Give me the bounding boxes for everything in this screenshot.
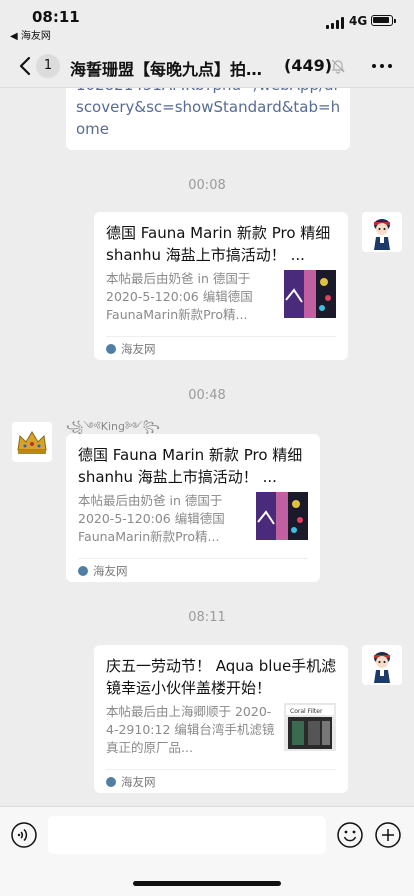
avatar[interactable] [362, 212, 402, 252]
card-divider [78, 558, 308, 559]
signal-icon [326, 17, 346, 29]
article-source: 海友网 [106, 341, 156, 357]
article-description: 本帖最后由奶爸 in 德国于 2020-5-120:06 编辑德国 FaunaM… [78, 493, 225, 544]
article-description: 本帖最后由上海卿顺于 2020-4-2910:12 编辑台湾手机滤镜真正的原厂品… [106, 704, 275, 755]
home-indicator [133, 881, 281, 886]
mute-bell-icon [330, 58, 346, 74]
battery-icon [371, 15, 396, 26]
input-bar [0, 806, 414, 896]
source-logo-icon [106, 344, 116, 354]
chat-header: 1 海誓珊盟【每晚九点】拍… (449) [0, 44, 414, 88]
avatar[interactable] [12, 422, 52, 462]
card-divider [106, 769, 336, 770]
source-logo-icon [78, 566, 88, 576]
article-card[interactable]: 庆五一劳动节！ Aqua blue手机滤镜幸运小伙伴盖楼开始！ 本帖最后由上海卿… [94, 645, 348, 793]
emoji-icon[interactable] [336, 821, 364, 849]
message-list[interactable]: 102821451AFIKb?pnu=/webApp/discovery&sc=… [0, 88, 414, 806]
article-title: 德国 Fauna Marin 新款 Pro 精细 shanhu 海盐上市搞活动！… [78, 446, 303, 486]
message-link[interactable]: 102821451AFIKb?pnu=/webApp/discovery&sc=… [76, 88, 344, 140]
back-chevron-icon[interactable] [16, 56, 36, 76]
timestamp: 00:08 [188, 178, 226, 193]
article-source: 海友网 [106, 774, 156, 790]
timestamp: 08:11 [188, 610, 226, 625]
card-divider [106, 336, 336, 337]
status-bar: 08:11 ◀ 海友网 4G [0, 0, 414, 44]
avatar[interactable] [362, 645, 402, 685]
article-title: 德国 Fauna Marin 新款 Pro 精细 shanhu 海盐上市搞活动！… [106, 224, 331, 264]
link-message-bubble[interactable]: 102821451AFIKb?pnu=/webApp/discovery&sc=… [66, 88, 350, 150]
chat-title[interactable]: 海誓珊盟【每晚九点】拍… [70, 56, 280, 80]
member-count: (449) [284, 56, 333, 75]
back-to-app-link[interactable]: ◀ 海友网 [10, 27, 51, 42]
article-title: 庆五一劳动节！ Aqua blue手机滤镜幸运小伙伴盖楼开始！ [106, 657, 337, 697]
network-type: 4G [349, 14, 368, 28]
message-input[interactable] [48, 816, 326, 854]
voice-icon[interactable] [10, 821, 38, 849]
article-thumbnail [284, 270, 336, 318]
article-card[interactable]: 德国 Fauna Marin 新款 Pro 精细 shanhu 海盐上市搞活动！… [94, 212, 348, 360]
article-source: 海友网 [78, 563, 128, 579]
more-dots-icon[interactable] [370, 57, 394, 75]
article-card[interactable]: 德国 Fauna Marin 新款 Pro 精细 shanhu 海盐上市搞活动！… [66, 434, 320, 582]
source-logo-icon [106, 777, 116, 787]
article-thumbnail: Coral Filter [284, 703, 336, 751]
plus-icon[interactable] [374, 821, 402, 849]
article-thumbnail [256, 492, 308, 540]
thumb-caption: Coral Filter [290, 708, 323, 715]
unread-count-badge[interactable]: 1 [36, 54, 60, 78]
status-time: 08:11 [32, 8, 80, 26]
article-description: 本帖最后由奶爸 in 德国于 2020-5-120:06 编辑德国 FaunaM… [106, 271, 253, 322]
timestamp: 00:48 [188, 388, 226, 403]
